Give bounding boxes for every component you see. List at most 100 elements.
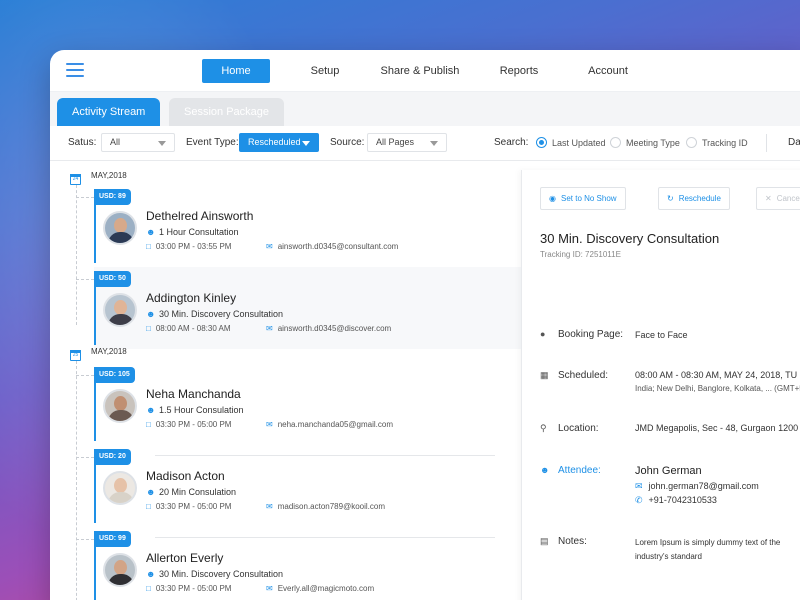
status-value: All bbox=[110, 137, 121, 147]
avatar-body bbox=[108, 574, 134, 585]
status-select[interactable]: All bbox=[101, 133, 175, 152]
avatar-head bbox=[114, 300, 127, 315]
email-row: ✉ neha.manchanda05@gmail.com bbox=[266, 420, 393, 429]
event-type-select[interactable]: Rescheduled bbox=[239, 133, 319, 152]
tab-bar: Activity Stream Session Package bbox=[50, 92, 800, 126]
time-range: 03:30 PM - 05:00 PM bbox=[155, 584, 232, 593]
list-item[interactable]: USD: 105 Neha Manchanda ☻ 1.5 Hour Consul… bbox=[76, 363, 521, 445]
date-header: 24 MAY,2018 bbox=[70, 171, 127, 185]
list-item[interactable]: USD: 50 Addington Kinley ☻ 30 Min. Discov… bbox=[76, 267, 521, 349]
nav-reports[interactable]: Reports bbox=[484, 59, 554, 83]
event-type-label: Event Type: bbox=[186, 137, 239, 148]
calendar-icon: 25 bbox=[70, 350, 81, 361]
status-label: Satus: bbox=[68, 137, 97, 148]
radio-checked-icon bbox=[536, 137, 547, 148]
hamburger-menu-icon[interactable] bbox=[66, 63, 84, 77]
timeline-line bbox=[76, 185, 77, 325]
button-label: Cance bbox=[776, 194, 800, 203]
time-row: □ 08:00 AM - 08:30 AM bbox=[146, 324, 231, 333]
refresh-icon: ↻ bbox=[667, 194, 674, 203]
price-badge: USD: 20 bbox=[94, 449, 131, 465]
avatar-body bbox=[108, 492, 134, 503]
radio-last-updated[interactable]: Last Updated bbox=[536, 137, 606, 148]
time-row: □ 03:30 PM - 05:00 PM bbox=[146, 502, 231, 511]
person-icon: ☻ bbox=[146, 487, 156, 497]
tab-session-package[interactable]: Session Package bbox=[169, 98, 284, 126]
label-text: Notes: bbox=[558, 536, 587, 547]
service-name: 30 Min. Discovery Consultation bbox=[159, 309, 284, 319]
label-text: Booking Page: bbox=[558, 329, 624, 340]
top-navigation: Home Setup Share & Publish Reports Accou… bbox=[50, 50, 800, 92]
person-icon: ☻ bbox=[146, 309, 156, 319]
phone-text: +91-7042310533 bbox=[648, 495, 717, 505]
tab-activity-stream[interactable]: Activity Stream bbox=[57, 98, 161, 126]
mail-icon: ✉ bbox=[266, 242, 273, 251]
avatar-head bbox=[114, 560, 127, 575]
date-label: MAY,2018 bbox=[91, 171, 127, 180]
time-range: 03:30 PM - 05:00 PM bbox=[155, 502, 232, 511]
radio-tracking-id[interactable]: Tracking ID bbox=[686, 137, 748, 148]
calendar-small-icon: □ bbox=[146, 584, 151, 593]
location-label: ⚲ Location: bbox=[540, 423, 599, 434]
source-select[interactable]: All Pages bbox=[367, 133, 447, 152]
attendee-email[interactable]: ✉ john.german78@gmail.com bbox=[635, 481, 759, 492]
nav-account[interactable]: Account bbox=[570, 59, 646, 83]
radio-label: Meeting Type bbox=[626, 138, 680, 148]
time-range: 08:00 AM - 08:30 AM bbox=[155, 324, 231, 333]
attendee-phone[interactable]: ✆ +91-7042310533 bbox=[635, 495, 717, 506]
nav-setup[interactable]: Setup bbox=[284, 59, 366, 83]
attendee-name: Madison Acton bbox=[146, 469, 225, 483]
attendee-name: Addington Kinley bbox=[146, 291, 237, 305]
time-row: □ 03:00 PM - 03:55 PM bbox=[146, 242, 231, 251]
list-item[interactable]: USD: 99 Allerton Everly ☻ 30 Min. Discove… bbox=[76, 527, 521, 600]
booking-detail-panel: ◉ Set to No Show ↻ Reschedule ✕ Cance 30 Mi… bbox=[521, 170, 800, 600]
scheduled-label: ▦ Scheduled: bbox=[540, 370, 608, 381]
radio-meeting-type[interactable]: Meeting Type bbox=[610, 137, 680, 148]
tracking-id: Tracking ID: 7251011E bbox=[540, 250, 621, 259]
email-address: madison.acton789@kooil.com bbox=[277, 502, 385, 511]
service-name: 30 Min. Discovery Consultation bbox=[159, 569, 284, 579]
calendar-small-icon: □ bbox=[146, 420, 151, 429]
person-icon: ☻ bbox=[146, 405, 156, 415]
service-row: ☻ 20 Min Consulation bbox=[146, 487, 236, 497]
attendee-label: ☻ Attendee: bbox=[540, 465, 601, 476]
service-row: ☻ 30 Min. Discovery Consultation bbox=[146, 569, 283, 579]
reschedule-button[interactable]: ↻ Reschedule bbox=[658, 187, 730, 210]
nav-share-publish[interactable]: Share & Publish bbox=[370, 59, 470, 83]
badge-stem bbox=[94, 465, 96, 523]
avatar bbox=[103, 553, 137, 587]
list-item[interactable]: USD: 20 Madison Acton ☻ 20 Min Consulatio… bbox=[76, 445, 521, 527]
mail-icon: ✉ bbox=[266, 584, 273, 593]
email-address: ainsworth.d0345@discover.com bbox=[277, 324, 392, 333]
timeline-connector bbox=[76, 279, 94, 280]
avatar bbox=[103, 471, 137, 505]
list-item[interactable]: USD: 89 Dethelred Ainsworth ☻ 1 Hour Cons… bbox=[76, 185, 521, 267]
badge-stem bbox=[94, 383, 96, 441]
nav-home[interactable]: Home bbox=[202, 59, 270, 83]
cancel-button[interactable]: ✕ Cance bbox=[756, 187, 800, 210]
service-row: ☻ 1 Hour Consultation bbox=[146, 227, 239, 237]
timeline-connector bbox=[76, 539, 94, 540]
radio-unchecked-icon bbox=[610, 137, 621, 148]
service-row: ☻ 30 Min. Discovery Consultation bbox=[146, 309, 283, 319]
set-no-show-button[interactable]: ◉ Set to No Show bbox=[540, 187, 626, 210]
badge-stem bbox=[94, 287, 96, 345]
email-text: john.german78@gmail.com bbox=[648, 481, 759, 491]
app-window: Home Setup Share & Publish Reports Accou… bbox=[50, 50, 800, 600]
price-badge: USD: 50 bbox=[94, 271, 131, 287]
location-pin-icon: ⚲ bbox=[540, 423, 547, 433]
price-badge: USD: 89 bbox=[94, 189, 131, 205]
button-label: Reschedule bbox=[678, 194, 721, 203]
event-type-value: Rescheduled bbox=[248, 137, 301, 147]
search-label: Search: bbox=[494, 137, 529, 148]
price-badge: USD: 105 bbox=[94, 367, 135, 383]
avatar-head bbox=[114, 396, 127, 411]
attendee-name: John German bbox=[635, 465, 702, 477]
avatar-body bbox=[108, 410, 134, 421]
service-name: 1 Hour Consultation bbox=[159, 227, 239, 237]
email-address: ainsworth.d0345@consultant.com bbox=[277, 242, 399, 251]
avatar bbox=[103, 293, 137, 327]
email-row: ✉ ainsworth.d0345@consultant.com bbox=[266, 242, 398, 251]
label-text: Scheduled: bbox=[558, 370, 609, 381]
scheduled-value: 08:00 AM - 08:30 AM, MAY 24, 2018, TU bbox=[635, 370, 798, 380]
